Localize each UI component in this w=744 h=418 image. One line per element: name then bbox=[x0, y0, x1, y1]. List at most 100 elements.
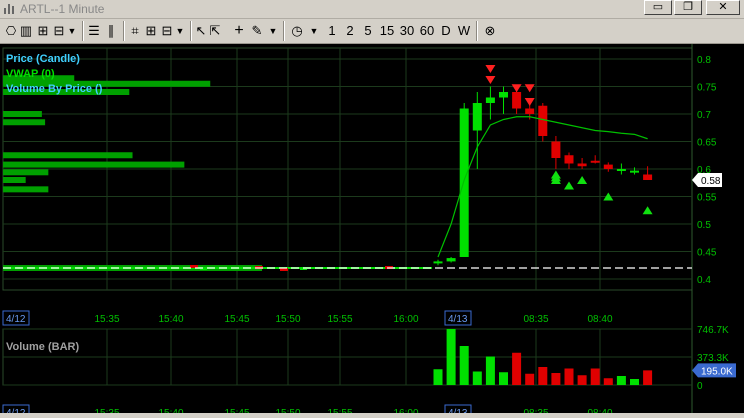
buy-signal-arrow bbox=[642, 206, 653, 215]
time-tick-label: 15:35 bbox=[94, 314, 119, 325]
time-tick-label: 15:45 bbox=[224, 314, 249, 325]
price-tick-label: 0.4 bbox=[697, 275, 711, 286]
time-tick-label: 15:55 bbox=[327, 408, 352, 413]
time-tick-label: 08:40 bbox=[587, 314, 612, 325]
time-tick-label: 16:00 bbox=[393, 314, 418, 325]
volume-bar bbox=[590, 368, 600, 385]
crosshair-box-icon[interactable]: ⌗ bbox=[128, 22, 142, 40]
hline-icon[interactable]: ☰ bbox=[87, 22, 101, 40]
volume-profile-bar bbox=[3, 177, 26, 183]
title-bar[interactable]: ARTL--1 Minute ▭ ❐ ✕ bbox=[0, 0, 744, 19]
buy-signal-arrow bbox=[577, 176, 588, 184]
candle bbox=[433, 261, 443, 264]
candle bbox=[472, 103, 482, 131]
price-tick-label: 0.55 bbox=[697, 193, 717, 204]
chart-area[interactable]: 0.8 0.75 0.7 0.65 0.6 0.55 0.5 0.45 0.4 746.7K 373… bbox=[0, 44, 744, 418]
buy-signal-arrow bbox=[550, 170, 561, 179]
toolbar: ⎔ ▥ ⊞ ⊟ ▼ ☰ ∥ ⌗ ⊞ ⊟ ▼ ↖ ⇱ + ✎ ▼ ◷ ▼ 1 2 … bbox=[0, 19, 744, 44]
price-tick-label: 0.65 bbox=[697, 138, 717, 149]
pointer-icon[interactable]: ↖ bbox=[195, 22, 207, 40]
grid-icon[interactable]: ⊞ bbox=[144, 22, 158, 40]
volume-profile-bar bbox=[3, 111, 42, 117]
interval-15[interactable]: 15 bbox=[378, 22, 396, 40]
candle bbox=[616, 169, 626, 171]
volume-tick-label: 746.7K bbox=[697, 325, 729, 336]
volume-bar bbox=[616, 376, 626, 385]
time-tick-label: 08:35 bbox=[523, 314, 548, 325]
candle bbox=[525, 108, 535, 114]
candle bbox=[446, 258, 456, 262]
zoom-icon[interactable]: ⊞ bbox=[36, 22, 50, 40]
legend-entry: Price (Candle) bbox=[6, 53, 80, 65]
candle bbox=[499, 92, 508, 98]
date-tick-label: 4/12 bbox=[6, 314, 26, 325]
candle bbox=[512, 92, 522, 109]
crosshair-icon[interactable]: + bbox=[232, 22, 246, 40]
candle bbox=[459, 108, 469, 257]
volume-bar bbox=[485, 356, 495, 385]
volume-bar bbox=[643, 370, 653, 385]
sell-signal-arrow bbox=[485, 76, 496, 84]
last-price-label: 0.58 bbox=[701, 176, 721, 187]
chart-type-icon[interactable]: ⎔ bbox=[4, 22, 18, 40]
window-title: ARTL--1 Minute bbox=[20, 2, 105, 16]
candle bbox=[485, 97, 495, 103]
vline-icon[interactable]: ∥ bbox=[104, 22, 118, 40]
interval-weekly[interactable]: W bbox=[457, 22, 471, 40]
volume-bar bbox=[564, 368, 574, 385]
volume-bar bbox=[551, 373, 561, 385]
volume-bar bbox=[577, 375, 587, 385]
price-tick-label: 0.45 bbox=[697, 248, 717, 259]
close-button[interactable]: ✕ bbox=[706, 0, 740, 15]
candle bbox=[564, 155, 574, 164]
interval-30[interactable]: 30 bbox=[398, 22, 416, 40]
date-tick-label: 4/13 bbox=[448, 314, 468, 325]
cancel-icon[interactable]: ⊗ bbox=[482, 22, 498, 40]
volume-bar bbox=[525, 373, 535, 385]
time-tick-label: 15:40 bbox=[158, 408, 183, 413]
chart-icon bbox=[4, 4, 14, 14]
candle bbox=[577, 163, 587, 167]
time-tick-label: 15:35 bbox=[94, 408, 119, 413]
date-tick-label: 4/12 bbox=[6, 408, 26, 413]
volume-profile-bar bbox=[3, 186, 49, 193]
chevron-down-icon[interactable]: ▼ bbox=[267, 22, 279, 40]
price-tick-label: 0.75 bbox=[697, 83, 717, 94]
time-tick-label: 15:55 bbox=[327, 314, 352, 325]
time-tick-label: 08:35 bbox=[523, 408, 548, 413]
volume-tick-label: 0 bbox=[697, 381, 703, 392]
interval-60[interactable]: 60 bbox=[418, 22, 436, 40]
restore-button[interactable]: ❐ bbox=[674, 0, 702, 15]
volume-bar bbox=[603, 378, 613, 385]
volume-bar bbox=[499, 372, 508, 385]
interval-1[interactable]: 1 bbox=[326, 22, 338, 40]
volume-profile-bar bbox=[3, 152, 133, 159]
interval-2[interactable]: 2 bbox=[344, 22, 356, 40]
buy-signal-arrow bbox=[564, 181, 574, 190]
volume-legend-entry: Volume (BAR) bbox=[6, 341, 79, 353]
chevron-down-icon[interactable]: ▼ bbox=[308, 22, 320, 40]
sell-signal-arrow bbox=[524, 98, 535, 106]
minimize-button[interactable]: ▭ bbox=[644, 0, 672, 15]
sell-signal-arrow bbox=[511, 84, 522, 93]
zoom-pointer-icon[interactable]: ⇱ bbox=[208, 22, 222, 40]
layout-icon[interactable]: ⊟ bbox=[160, 22, 174, 40]
price-tick-label: 0.5 bbox=[697, 220, 711, 231]
bars-icon[interactable]: ▥ bbox=[19, 22, 33, 40]
chevron-down-icon[interactable]: ▼ bbox=[66, 22, 78, 40]
interval-daily[interactable]: D bbox=[439, 22, 453, 40]
chart-canvas[interactable]: 0.80.750.70.650.60.550.50.450.4746.7K373… bbox=[0, 44, 744, 418]
date-tick-label: 4/13 bbox=[448, 408, 468, 413]
volume-profile-bar bbox=[3, 161, 185, 168]
time-tick-label: 08:40 bbox=[587, 408, 612, 413]
volume-bar bbox=[472, 371, 482, 385]
compare-icon[interactable]: ⊟ bbox=[52, 22, 66, 40]
candle bbox=[551, 141, 561, 158]
pencil-icon[interactable]: ✎ bbox=[250, 22, 264, 40]
legend-entry: Volume By Price () bbox=[6, 83, 103, 95]
chevron-down-icon[interactable]: ▼ bbox=[174, 22, 186, 40]
clock-icon[interactable]: ◷ bbox=[289, 22, 305, 40]
time-tick-label: 15:50 bbox=[275, 408, 300, 413]
interval-5[interactable]: 5 bbox=[362, 22, 374, 40]
time-tick-label: 16:00 bbox=[393, 408, 418, 413]
